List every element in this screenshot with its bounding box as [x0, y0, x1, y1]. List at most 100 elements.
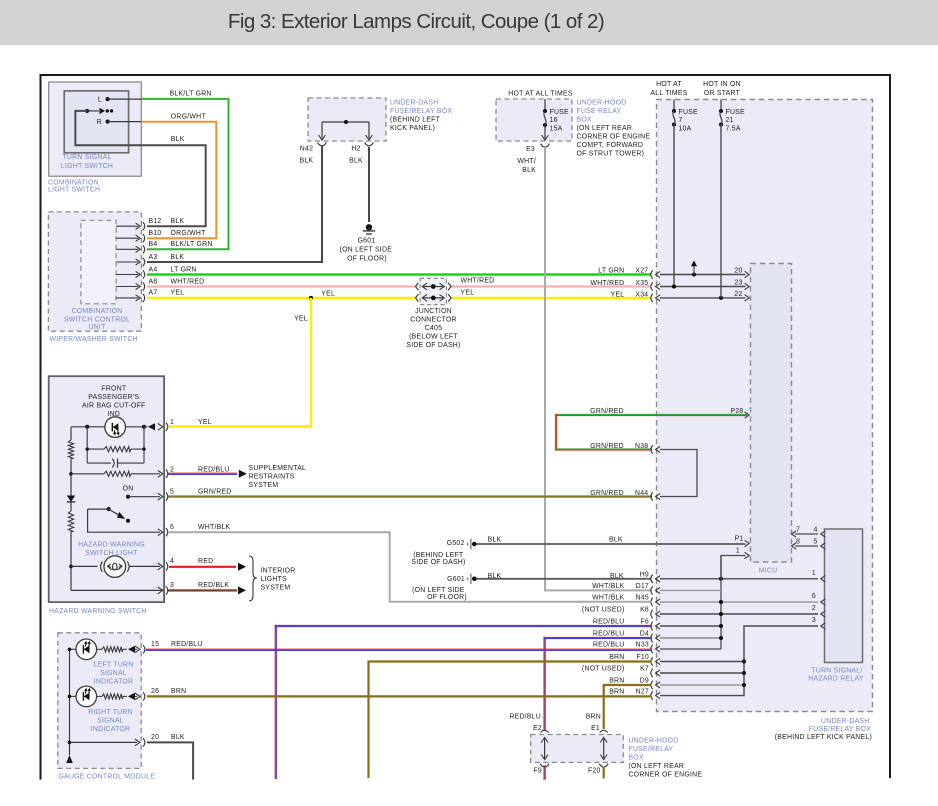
- svg-text:FUSE: FUSE: [550, 109, 570, 116]
- svg-text:UNDER-DASH: UNDER-DASH: [821, 718, 869, 725]
- svg-text:UNDER-HOOD: UNDER-HOOD: [577, 100, 627, 107]
- svg-text:LT GRN: LT GRN: [171, 266, 197, 273]
- svg-text:BOX: BOX: [629, 755, 644, 762]
- svg-text:N44: N44: [635, 490, 648, 497]
- svg-text:A8: A8: [149, 278, 158, 285]
- svg-text:GAUGE CONTROL MODULE: GAUGE CONTROL MODULE: [59, 774, 156, 781]
- svg-text:(BEHIND LEFT: (BEHIND LEFT: [390, 117, 441, 124]
- svg-text:UNIT: UNIT: [88, 324, 106, 331]
- svg-text:H2: H2: [351, 146, 360, 153]
- svg-text:LIGHT SWITCH: LIGHT SWITCH: [61, 163, 113, 170]
- svg-text:B4: B4: [149, 241, 158, 248]
- svg-text:CORNER OF ENGINE: CORNER OF ENGINE: [577, 134, 651, 141]
- svg-text:N38: N38: [635, 443, 648, 450]
- svg-text:FUSE/RELAY BOX: FUSE/RELAY BOX: [809, 726, 871, 733]
- svg-text:23: 23: [734, 280, 742, 287]
- svg-text:GRN/RED: GRN/RED: [198, 488, 232, 495]
- svg-text:YEL: YEL: [611, 291, 625, 298]
- svg-text:K8: K8: [640, 607, 649, 614]
- svg-text:BLK: BLK: [171, 734, 185, 741]
- svg-text:FUSE: FUSE: [679, 109, 699, 116]
- svg-text:X27: X27: [635, 268, 648, 275]
- svg-text:15A: 15A: [550, 126, 563, 133]
- svg-text:BLK/LT GRN: BLK/LT GRN: [171, 241, 213, 248]
- svg-text:A4: A4: [149, 266, 158, 273]
- svg-text:HOT AT ALL TIMES: HOT AT ALL TIMES: [508, 90, 573, 97]
- svg-text:22: 22: [734, 291, 742, 298]
- svg-text:7.5A: 7.5A: [726, 126, 741, 133]
- svg-text:BLK: BLK: [488, 573, 502, 580]
- svg-text:OR START: OR START: [704, 90, 741, 97]
- svg-text:2: 2: [812, 605, 816, 612]
- svg-text:WHT/RED: WHT/RED: [461, 278, 495, 285]
- svg-text:L: L: [98, 97, 102, 104]
- svg-text:UNDER-DASH: UNDER-DASH: [390, 100, 438, 107]
- svg-text:JUNCTION: JUNCTION: [415, 308, 452, 315]
- svg-text:1: 1: [736, 548, 740, 555]
- svg-text:(ON LEFT SIDE: (ON LEFT SIDE: [412, 587, 465, 594]
- svg-text:D9: D9: [640, 678, 649, 685]
- svg-text:SYSTEM: SYSTEM: [249, 482, 279, 489]
- svg-text:ORG/WHT: ORG/WHT: [171, 114, 207, 121]
- svg-text:N42: N42: [300, 146, 313, 153]
- svg-text:LT GRN: LT GRN: [598, 268, 624, 275]
- svg-text:26: 26: [151, 688, 159, 695]
- svg-text:BLK: BLK: [349, 158, 363, 165]
- svg-text:GRN/RED: GRN/RED: [590, 443, 624, 450]
- svg-text:RESTRAINTS: RESTRAINTS: [249, 474, 295, 481]
- svg-text:G601: G601: [358, 238, 376, 245]
- svg-text:BLK: BLK: [171, 218, 185, 225]
- svg-text:YEL: YEL: [171, 290, 185, 297]
- svg-text:X35: X35: [635, 280, 648, 287]
- svg-text:OF FLOOR): OF FLOOR): [347, 255, 387, 262]
- svg-text:SIDE OF DASH): SIDE OF DASH): [406, 342, 460, 349]
- svg-text:TURN SIGNAL: TURN SIGNAL: [62, 154, 111, 161]
- svg-text:WHT/BLK: WHT/BLK: [198, 524, 231, 531]
- svg-text:OF FLOOR): OF FLOOR): [427, 594, 467, 601]
- svg-text:3: 3: [812, 617, 816, 624]
- svg-text:RED/BLU: RED/BLU: [509, 713, 541, 720]
- svg-text:YEL: YEL: [321, 290, 335, 297]
- svg-text:BLK: BLK: [522, 167, 536, 174]
- svg-text:COMBINATION: COMBINATION: [72, 308, 123, 315]
- svg-text:RED/BLK: RED/BLK: [198, 582, 229, 589]
- svg-text:HAZARD WARNING SWITCH: HAZARD WARNING SWITCH: [49, 608, 147, 615]
- svg-text:RED/BLU: RED/BLU: [593, 619, 625, 626]
- svg-text:FUSE/RELAY: FUSE/RELAY: [629, 746, 674, 753]
- svg-text:YEL: YEL: [294, 315, 308, 322]
- svg-text:HAZARD RELAY: HAZARD RELAY: [808, 676, 863, 683]
- svg-text:WHT/RED: WHT/RED: [171, 278, 205, 285]
- svg-text:SUPPLEMENTAL: SUPPLEMENTAL: [249, 465, 307, 472]
- svg-text:20: 20: [151, 734, 159, 741]
- svg-text:E2: E2: [533, 725, 542, 732]
- svg-text:R: R: [97, 119, 102, 126]
- svg-text:MICU: MICU: [759, 568, 778, 575]
- svg-text:BRN: BRN: [609, 678, 624, 685]
- svg-text:SIGNAL: SIGNAL: [100, 670, 127, 677]
- svg-text:E1: E1: [591, 725, 600, 732]
- svg-text:(NOT USED): (NOT USED): [582, 666, 625, 673]
- svg-text:INDICATOR: INDICATOR: [94, 678, 134, 685]
- svg-text:BRN: BRN: [586, 713, 601, 720]
- svg-text:BLK: BLK: [488, 536, 502, 543]
- svg-text:WHT/RED: WHT/RED: [590, 280, 624, 287]
- svg-text:BLK: BLK: [609, 536, 623, 543]
- svg-text:1: 1: [812, 570, 816, 577]
- svg-text:RIGHT TURN: RIGHT TURN: [88, 709, 133, 716]
- svg-text:6: 6: [170, 524, 174, 531]
- svg-text:B12: B12: [149, 218, 162, 225]
- svg-text:LIGHT SWITCH: LIGHT SWITCH: [48, 187, 100, 194]
- svg-text:LEFT TURN: LEFT TURN: [94, 661, 134, 668]
- svg-text:7: 7: [796, 526, 800, 533]
- svg-text:TURN SIGNAL/: TURN SIGNAL/: [811, 668, 862, 675]
- svg-text:10A: 10A: [679, 126, 692, 133]
- svg-text:15: 15: [151, 641, 159, 648]
- svg-text:G502: G502: [447, 540, 465, 547]
- svg-text:BLK: BLK: [300, 158, 314, 165]
- svg-text:LIGHTS: LIGHTS: [261, 576, 288, 583]
- svg-text:N27: N27: [636, 688, 649, 695]
- svg-text:BOX: BOX: [577, 117, 592, 124]
- svg-text:BRN: BRN: [171, 688, 186, 695]
- svg-text:RED: RED: [198, 558, 213, 565]
- svg-text:WHT/BLK: WHT/BLK: [592, 583, 625, 590]
